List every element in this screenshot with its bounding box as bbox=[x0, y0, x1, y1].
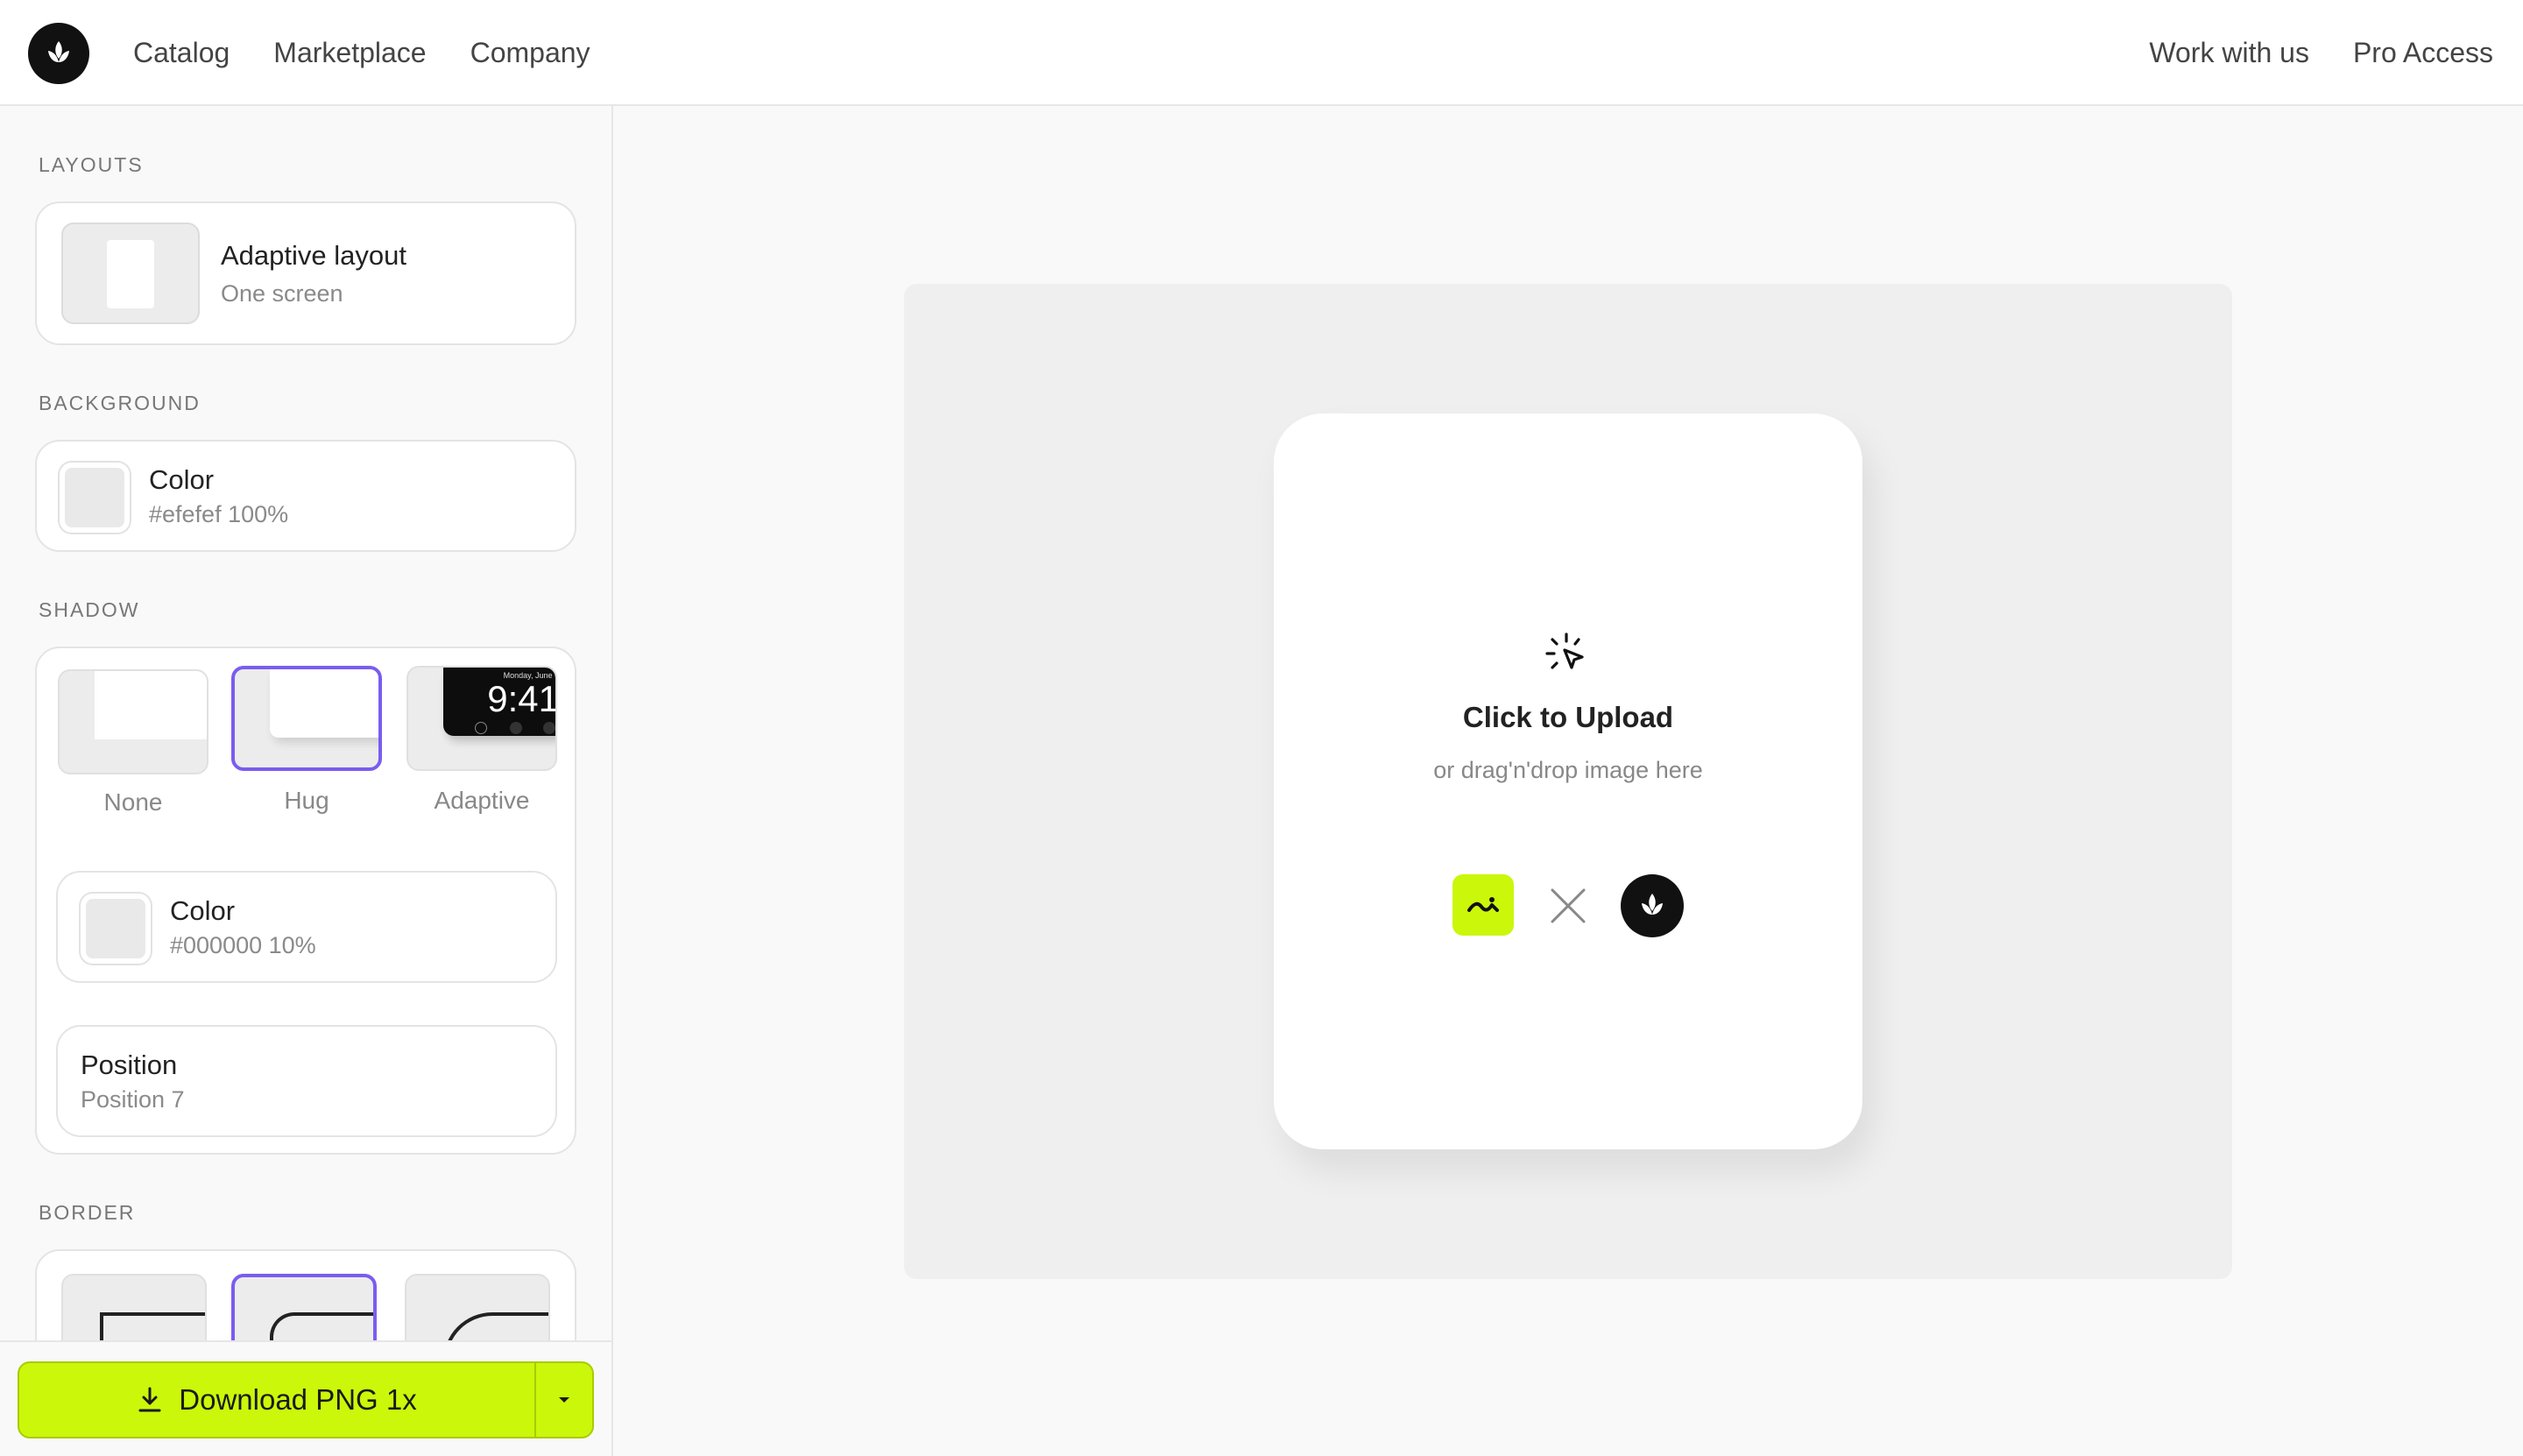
shadow-option-none-label: None bbox=[103, 788, 163, 816]
brand-logo-icon bbox=[1621, 874, 1684, 937]
shadow-position-picker[interactable]: Position Position 7 bbox=[56, 1025, 557, 1137]
settings-sidebar: LAYOUTS Adaptive layout One screen BACKG… bbox=[0, 106, 613, 1456]
brand-logo[interactable] bbox=[28, 23, 89, 84]
primary-nav: Catalog Marketplace Company bbox=[133, 0, 590, 106]
shadow-color-picker[interactable]: Color #000000 10% bbox=[56, 871, 557, 983]
preview-time: 9:41 bbox=[487, 678, 557, 719]
download-options-dropdown[interactable] bbox=[534, 1363, 592, 1437]
partner-logo-icon bbox=[1452, 874, 1514, 936]
layouts-section-title: LAYOUTS bbox=[39, 153, 144, 176]
upload-title: Click to Upload bbox=[1462, 701, 1674, 733]
download-bar: Download PNG 1x bbox=[0, 1340, 611, 1456]
download-png-button[interactable]: Download PNG 1x bbox=[18, 1361, 594, 1438]
background-color-swatch bbox=[60, 463, 130, 533]
shadow-option-adaptive[interactable]: Monday, June 6 9:41 bbox=[406, 666, 557, 771]
layout-selector[interactable]: Adaptive layout One screen bbox=[35, 201, 576, 345]
background-color-picker[interactable]: Color #efefef 100% bbox=[35, 440, 576, 552]
shadow-position-value: Position 7 bbox=[81, 1086, 185, 1113]
click-cursor-icon bbox=[1545, 633, 1584, 669]
layout-sub: One screen bbox=[221, 280, 343, 307]
shadow-option-none[interactable] bbox=[58, 669, 208, 774]
secondary-nav: Work with us Pro Access bbox=[2149, 0, 2493, 106]
background-section-title: BACKGROUND bbox=[39, 392, 201, 414]
leaf-logo-icon bbox=[48, 41, 69, 62]
shadow-option-hug-label: Hug bbox=[284, 787, 329, 814]
shadow-section-title: SHADOW bbox=[39, 598, 140, 621]
background-color-value: #efefef 100% bbox=[149, 501, 289, 527]
upload-subtitle: or drag'n'drop image here bbox=[1433, 757, 1703, 783]
border-section-title: BORDER bbox=[39, 1201, 136, 1224]
download-icon bbox=[138, 1387, 161, 1412]
nav-company[interactable]: Company bbox=[470, 37, 590, 69]
shadow-option-adaptive-label: Adaptive bbox=[434, 787, 530, 814]
shadow-color-label: Color bbox=[170, 895, 236, 926]
shadow-color-swatch bbox=[81, 894, 151, 964]
shadow-settings: None Hug Monday, June 6 9:41 Adaptive Co… bbox=[35, 647, 576, 1155]
layout-name: Adaptive layout bbox=[221, 240, 406, 271]
nav-work-with-us[interactable]: Work with us bbox=[2149, 37, 2309, 69]
background-color-label: Color bbox=[149, 464, 215, 495]
nav-marketplace[interactable]: Marketplace bbox=[273, 37, 426, 69]
layout-thumbnail bbox=[61, 223, 200, 324]
caret-down-icon bbox=[559, 1397, 569, 1403]
top-navigation-bar: Catalog Marketplace Company Work with us… bbox=[0, 0, 2523, 106]
nav-pro-access[interactable]: Pro Access bbox=[2353, 37, 2493, 69]
nav-catalog[interactable]: Catalog bbox=[133, 37, 230, 69]
cross-icon bbox=[1551, 888, 1586, 923]
download-main-action[interactable]: Download PNG 1x bbox=[19, 1363, 534, 1437]
shadow-color-value: #000000 10% bbox=[170, 932, 316, 958]
upload-dropzone[interactable]: Click to Upload or drag'n'drop image her… bbox=[1274, 413, 1862, 1149]
shadow-position-label: Position bbox=[81, 1050, 178, 1080]
download-label: Download PNG 1x bbox=[179, 1383, 417, 1416]
shadow-option-hug[interactable] bbox=[231, 666, 382, 771]
